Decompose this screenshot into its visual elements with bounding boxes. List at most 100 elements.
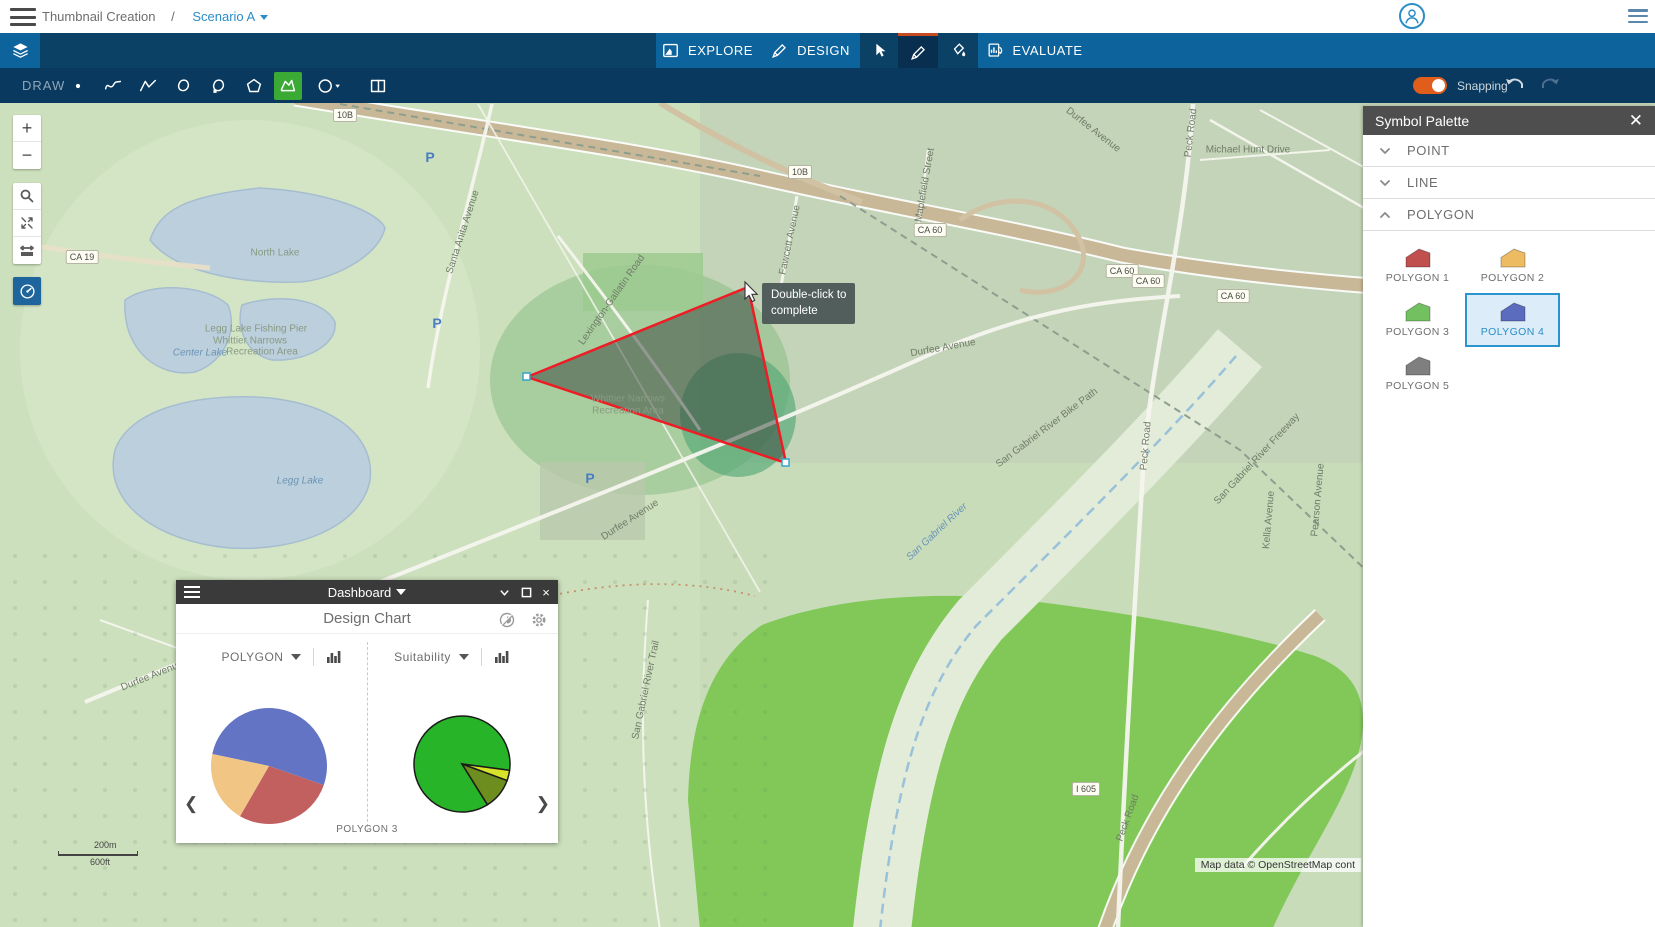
swatch-polygon-1[interactable]: POLYGON 1 xyxy=(1370,239,1465,293)
layers-button[interactable] xyxy=(0,33,40,68)
polygon-swatch-grid: POLYGON 1POLYGON 2POLYGON 3POLYGON 4POLY… xyxy=(1370,239,1655,401)
dashboard-gauge-button[interactable] xyxy=(13,277,41,305)
zoom-out-button[interactable]: − xyxy=(13,142,41,169)
section-polygon[interactable]: POLYGON xyxy=(1363,199,1655,231)
pencil-icon xyxy=(770,41,789,60)
close-button[interactable]: × xyxy=(536,580,556,604)
search-button[interactable] xyxy=(13,183,41,210)
snapping-toggle[interactable] xyxy=(1413,77,1447,94)
dashboard-window: Dashboard × Design Chart ❮ ❯ POLYGON Sui… xyxy=(176,580,558,843)
tool-freehand-polygon[interactable] xyxy=(169,72,197,100)
tool-fill[interactable] xyxy=(938,33,978,68)
tool-polygon-active[interactable] xyxy=(274,72,302,100)
chevron-down-icon xyxy=(1379,177,1391,189)
left-chart-field[interactable]: POLYGON xyxy=(222,650,284,664)
draw-mode-label: DRAW xyxy=(22,78,65,93)
tab-evaluate[interactable]: EVALUATE xyxy=(978,33,1090,68)
vertex-handle[interactable] xyxy=(782,459,789,466)
section-line-label: LINE xyxy=(1407,175,1438,190)
swatch-polygon-3[interactable]: POLYGON 3 xyxy=(1370,293,1465,347)
chevron-up-icon xyxy=(1379,209,1391,221)
swatch-polygon-2[interactable]: POLYGON 2 xyxy=(1465,239,1560,293)
tab-design-label: DESIGN xyxy=(797,43,850,58)
chart-divider xyxy=(367,642,368,832)
pencil-icon xyxy=(909,43,928,62)
undo-button[interactable] xyxy=(1503,75,1527,95)
close-icon[interactable]: ✕ xyxy=(1629,112,1643,129)
person-icon xyxy=(1401,5,1423,27)
tool-circle[interactable] xyxy=(309,72,347,100)
right-chart-field[interactable]: Suitability xyxy=(394,650,451,664)
polygon-pie-chart[interactable] xyxy=(209,706,329,826)
scenario-selector[interactable]: Scenario A xyxy=(192,9,255,24)
breadcrumb-project[interactable]: Thumbnail Creation xyxy=(42,9,155,24)
tool-freehand-polygon-node[interactable] xyxy=(204,72,232,100)
symbol-palette-header: Symbol Palette ✕ xyxy=(1363,106,1655,135)
bar-chart-icon[interactable] xyxy=(494,650,510,664)
visibility-off-button[interactable] xyxy=(498,611,516,629)
tool-freehand-line[interactable] xyxy=(99,72,127,100)
collapse-button[interactable] xyxy=(494,580,514,604)
apps-menu-icon[interactable] xyxy=(1628,9,1648,23)
measure-button[interactable] xyxy=(13,237,41,264)
scale-imperial: 600ft xyxy=(90,857,138,867)
tool-polygon-outline[interactable] xyxy=(240,72,268,100)
polygon-swatch-icon xyxy=(1500,248,1526,268)
tool-point[interactable] xyxy=(64,72,92,100)
chevron-down-icon xyxy=(499,587,510,598)
polygon-swatch-icon xyxy=(1405,356,1431,376)
dashboard-title: Dashboard xyxy=(328,585,392,600)
right-chart-header: Suitability xyxy=(372,644,532,670)
tab-explore[interactable]: EXPLORE xyxy=(656,33,758,68)
carousel-prev-button[interactable]: ❮ xyxy=(184,794,198,814)
chevron-down-icon xyxy=(260,15,268,20)
tab-design[interactable]: DESIGN xyxy=(760,33,860,68)
chevron-down-icon[interactable] xyxy=(459,654,469,660)
snapping-label: Snapping xyxy=(1457,79,1508,93)
dashboard-menu-icon[interactable] xyxy=(184,586,200,598)
vertex-handle[interactable] xyxy=(523,373,530,380)
section-polygon-label: POLYGON xyxy=(1407,207,1475,222)
eye-slash-icon xyxy=(498,611,516,629)
section-point[interactable]: POINT xyxy=(1363,135,1655,167)
main-menu-icon[interactable] xyxy=(10,8,36,26)
left-chart-header: POLYGON xyxy=(202,644,362,670)
tooltip-line1: Double-click to xyxy=(771,288,846,304)
gear-icon xyxy=(530,611,548,629)
zoom-controls: + − xyxy=(13,115,41,169)
bar-chart-icon[interactable] xyxy=(326,650,342,664)
tab-explore-label: EXPLORE xyxy=(688,43,753,58)
tool-rectangle[interactable] xyxy=(364,72,392,100)
carousel-next-button[interactable]: ❯ xyxy=(536,794,550,814)
section-line[interactable]: LINE xyxy=(1363,167,1655,199)
extent-button[interactable] xyxy=(13,210,41,237)
scale-bar: 200m 600ft xyxy=(58,840,138,867)
explore-map-icon xyxy=(661,41,680,60)
maximize-button[interactable] xyxy=(516,580,536,604)
redo-button[interactable] xyxy=(1538,75,1562,95)
evaluate-report-icon xyxy=(986,41,1005,60)
swatch-polygon-4[interactable]: POLYGON 4 xyxy=(1465,293,1560,347)
symbol-palette-panel: Symbol Palette ✕ POINT LINE POLYGON POLY… xyxy=(1363,106,1655,927)
chart-footer-label: POLYGON 3 xyxy=(176,824,558,835)
dashboard-titlebar[interactable]: Dashboard × xyxy=(176,580,558,604)
undo-icon xyxy=(1503,75,1527,95)
swatch-polygon-5[interactable]: POLYGON 5 xyxy=(1370,347,1465,401)
section-point-label: POINT xyxy=(1407,143,1450,158)
measure-icon xyxy=(19,243,35,259)
chevron-down-icon[interactable] xyxy=(396,589,406,595)
suitability-pie-chart[interactable] xyxy=(412,714,512,814)
user-avatar[interactable] xyxy=(1399,3,1425,29)
polygon-swatch-icon xyxy=(1405,248,1431,268)
tool-draw[interactable] xyxy=(898,33,938,68)
symbol-palette-title: Symbol Palette xyxy=(1375,113,1469,129)
settings-button[interactable] xyxy=(530,611,548,629)
tool-select[interactable] xyxy=(860,33,898,68)
scale-metric: 200m xyxy=(94,840,138,850)
fill-bucket-icon xyxy=(949,41,968,60)
chevron-down-icon[interactable] xyxy=(291,654,301,660)
cursor-icon xyxy=(870,41,889,60)
zoom-in-button[interactable]: + xyxy=(13,115,41,142)
primary-nav: EXPLORE DESIGN EVALUATE xyxy=(0,33,1655,68)
tool-polyline[interactable] xyxy=(134,72,162,100)
